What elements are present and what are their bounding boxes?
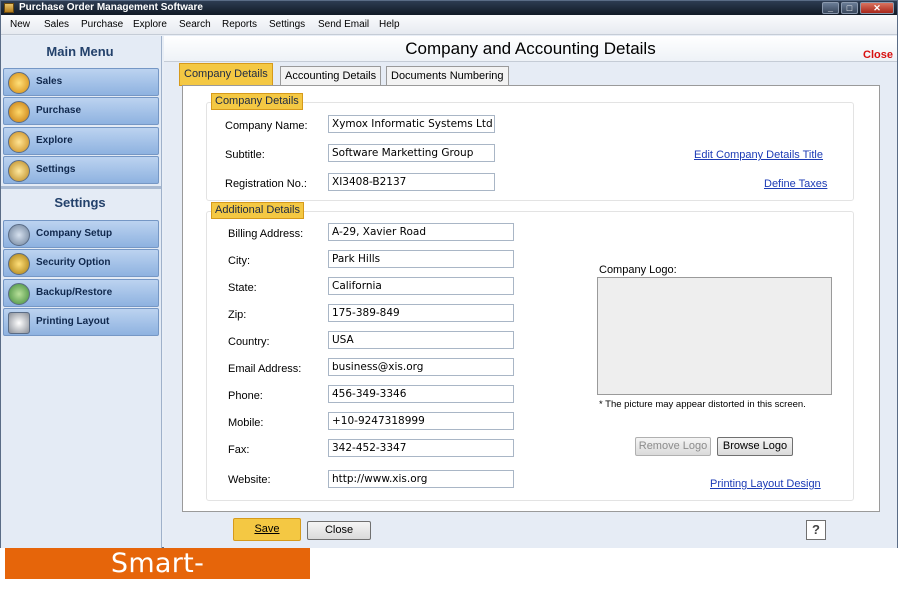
menu-purchase[interactable]: Purchase: [80, 15, 124, 35]
minimize-button[interactable]: _: [822, 2, 839, 14]
panel-title: Company and Accounting Details Close: [164, 36, 897, 62]
logo-distortion-note: * The picture may appear distorted in th…: [599, 399, 806, 410]
sales-chart-icon: [8, 72, 30, 94]
sidebar-item-explore[interactable]: Explore: [3, 127, 159, 155]
country-field[interactable]: USA: [328, 331, 514, 349]
menu-reports[interactable]: Reports: [221, 15, 258, 35]
menu-new[interactable]: New: [9, 15, 31, 35]
menu-bar: New Sales Purchase Explore Search Report…: [1, 15, 897, 35]
close-button[interactable]: Close: [307, 521, 371, 540]
sidebar-item-security-option[interactable]: Security Option: [3, 249, 159, 277]
title-bar: Purchase Order Management Software _ □ ✕: [1, 1, 897, 15]
sidebar-item-printing-layout[interactable]: Printing Layout: [3, 308, 159, 336]
tab-accounting-details[interactable]: Accounting Details: [280, 66, 382, 86]
lock-icon: [8, 253, 30, 275]
printing-layout-design-link[interactable]: Printing Layout Design: [710, 478, 821, 490]
save-button-label: Save: [254, 523, 280, 535]
website-label: Website:: [228, 474, 271, 486]
sidebar-item-label: Purchase: [36, 105, 82, 116]
sidebar-item-label: Security Option: [36, 257, 111, 268]
billing-address-label: Billing Address:: [228, 228, 304, 240]
sidebar-item-backup-restore[interactable]: Backup/Restore: [3, 279, 159, 307]
tab-documents-numbering[interactable]: Documents Numbering: [386, 66, 509, 86]
settings-icon: [8, 160, 30, 182]
app-window: Purchase Order Management Software _ □ ✕…: [0, 0, 898, 548]
purchase-cart-icon: [8, 101, 30, 123]
tab-content: Company Details Company Name: Xymox Info…: [182, 85, 880, 512]
sidebar-item-label: Settings: [36, 164, 76, 175]
help-icon[interactable]: ?: [806, 520, 826, 540]
company-details-group-label: Company Details: [211, 93, 303, 110]
registration-no-label: Registration No.:: [225, 178, 307, 190]
backup-restore-icon: [8, 283, 30, 305]
city-field[interactable]: Park Hills: [328, 250, 514, 268]
sidebar-item-company-setup[interactable]: Company Setup: [3, 220, 159, 248]
sidebar-item-label: Backup/Restore: [36, 287, 113, 298]
define-taxes-link[interactable]: Define Taxes: [764, 178, 827, 190]
company-logo-label: Company Logo:: [599, 264, 677, 276]
remove-logo-button[interactable]: Remove Logo: [635, 437, 711, 456]
sidebar-item-settings[interactable]: Settings: [3, 156, 159, 184]
company-name-label: Company Name:: [225, 120, 308, 132]
country-label: Country:: [228, 336, 270, 348]
main-menu-heading: Main Menu: [46, 44, 114, 59]
email-address-field[interactable]: business@xis.org: [328, 358, 514, 376]
fax-field[interactable]: 342-452-3347: [328, 439, 514, 457]
window-title: Purchase Order Management Software: [19, 2, 203, 13]
registration-no-field[interactable]: XI3408-B2137: [328, 173, 495, 191]
menu-explore[interactable]: Explore: [132, 15, 168, 35]
settings-heading: Settings: [54, 195, 106, 210]
website-field[interactable]: http://www.xis.org: [328, 470, 514, 488]
mobile-label: Mobile:: [228, 417, 264, 429]
subtitle-field[interactable]: Software Marketting Group: [328, 144, 495, 162]
sidebar-item-label: Explore: [36, 135, 73, 146]
sidebar: Main Menu Sales Purchase Explore Setting…: [1, 36, 162, 548]
city-label: City:: [228, 255, 250, 267]
state-label: State:: [228, 282, 257, 294]
printer-icon: [8, 312, 30, 334]
mobile-field[interactable]: +10-9247318999: [328, 412, 514, 430]
company-logo-box[interactable]: [597, 277, 832, 395]
menu-settings[interactable]: Settings: [268, 15, 306, 35]
sidebar-item-label: Company Setup: [36, 228, 113, 239]
maximize-button[interactable]: □: [841, 2, 858, 14]
phone-label: Phone:: [228, 390, 263, 402]
menu-help[interactable]: Help: [378, 15, 401, 35]
zip-field[interactable]: 175-389-849: [328, 304, 514, 322]
main-panel: Company and Accounting Details Close Com…: [164, 36, 897, 548]
phone-field[interactable]: 456-349-3346: [328, 385, 514, 403]
menu-send-email[interactable]: Send Email: [317, 15, 370, 35]
sidebar-item-purchase[interactable]: Purchase: [3, 97, 159, 125]
zip-label: Zip:: [228, 309, 247, 321]
page-title: Company and Accounting Details: [405, 39, 656, 58]
billing-address-field[interactable]: A-29, Xavier Road: [328, 223, 514, 241]
state-field[interactable]: California: [328, 277, 514, 295]
company-name-field[interactable]: Xymox Informatic Systems Ltd: [328, 115, 495, 133]
subtitle-label: Subtitle:: [225, 149, 265, 161]
close-link[interactable]: Close: [863, 42, 893, 68]
window-close-button[interactable]: ✕: [860, 2, 894, 14]
watermark-logo: Smart-Accountant.com: [5, 548, 310, 610]
fax-label: Fax:: [228, 444, 250, 456]
menu-search[interactable]: Search: [178, 15, 212, 35]
sidebar-item-label: Sales: [36, 76, 63, 87]
save-button[interactable]: Save: [233, 518, 301, 541]
edit-company-details-title-link[interactable]: Edit Company Details Title: [694, 149, 823, 161]
company-setup-icon: [8, 224, 30, 246]
email-address-label: Email Address:: [228, 363, 302, 375]
explore-icon: [8, 131, 30, 153]
menu-sales[interactable]: Sales: [43, 15, 70, 35]
additional-details-group-label: Additional Details: [211, 202, 304, 219]
sidebar-item-sales[interactable]: Sales: [3, 68, 159, 96]
sidebar-item-label: Printing Layout: [36, 316, 110, 327]
sidebar-divider: [1, 186, 161, 189]
app-icon: [4, 3, 14, 13]
browse-logo-button[interactable]: Browse Logo: [717, 437, 793, 456]
tab-company-details[interactable]: Company Details: [179, 63, 273, 86]
